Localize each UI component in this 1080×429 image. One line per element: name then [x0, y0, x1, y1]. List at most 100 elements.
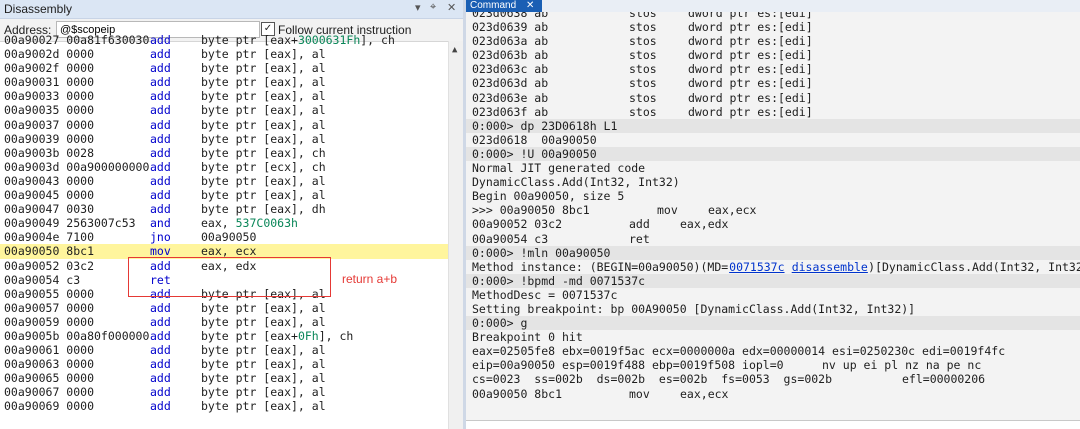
command-text: stos [629, 20, 657, 35]
instruction-operands: eax, 537C0063h [201, 216, 298, 230]
disassembly-row[interactable]: 00a90069 0000 add byte ptr [eax], al [0, 399, 448, 413]
operand-text: byte ptr [eax], al [201, 300, 326, 315]
scroll-up-icon[interactable]: ▲ [452, 45, 457, 55]
disassembly-row[interactable]: 00a90047 0030 add byte ptr [eax], dh [0, 202, 448, 216]
disassembly-title: Disassembly [4, 2, 73, 16]
disassembly-row[interactable]: 00a90065 0000 add byte ptr [eax], al [0, 371, 448, 385]
command-link[interactable]: 0071537c [729, 260, 784, 274]
instruction-operands: byte ptr [eax], ch [201, 146, 326, 160]
instruction-address: 00a90031 0000 [4, 75, 95, 90]
operand-text: byte ptr [eax], al [201, 103, 326, 118]
instruction-mnemonic: add [150, 103, 171, 118]
command-text: Normal JIT generated code [472, 161, 646, 176]
command-text [785, 260, 792, 274]
command-text: DynamicClass.Add(Int32, Int32) [472, 175, 680, 190]
command-text: MethodDesc = 0071537c [472, 287, 618, 302]
command-text: 0:000> g [472, 316, 528, 331]
disassembly-row[interactable]: 00a9003b 0028 add byte ptr [eax], ch [0, 146, 448, 160]
command-output-line: 00a90054 c3 ret [466, 232, 1080, 246]
disassembly-row[interactable]: 00a9005b 00a80f000000 add byte ptr [eax+0F… [0, 329, 448, 343]
operand-text: byte ptr [eax], al [201, 188, 326, 203]
disassembly-row[interactable]: 00a9002f 0000 add byte ptr [eax], al [0, 61, 448, 75]
pin-icon[interactable]: ⌖ [430, 1, 436, 14]
disassembly-row[interactable]: 00a90037 0000 add byte ptr [eax], al [0, 118, 448, 132]
disassembly-row[interactable]: 00a90059 0000 add byte ptr [eax], al [0, 315, 448, 329]
command-output-line: Normal JIT generated code [466, 161, 1080, 175]
instruction-address: 00a90052 03c2 [4, 258, 95, 273]
instruction-address: 00a90055 0000 [4, 286, 95, 301]
command-text: eax,edx [680, 217, 729, 232]
disassembly-row[interactable]: 00a9004e 7100 jno 00a90050 [0, 230, 448, 244]
instruction-mnemonic: add [150, 47, 171, 62]
instruction-operands: byte ptr [eax], al [201, 315, 326, 329]
disassembly-row[interactable]: 00a9002d 0000 add byte ptr [eax], al [0, 47, 448, 61]
disassembly-row[interactable]: 00a90061 0000 add byte ptr [eax], al [0, 343, 448, 357]
instruction-operands: byte ptr [eax], al [201, 89, 326, 103]
command-output-line: 023d0639 ab stos dword ptr es:[edi] [466, 20, 1080, 34]
command-text: >>> 00a90050 8bc1 [472, 203, 590, 218]
disassembly-row[interactable]: 00a90049 2563007c53 and eax, 537C0063h [0, 216, 448, 230]
tab-command[interactable]: Command ✕ [466, 0, 542, 12]
instruction-operands: byte ptr [eax+3000631Fh], ch [201, 33, 395, 47]
command-text: eax,ecx [680, 386, 729, 401]
command-text: 023d063c ab [472, 62, 549, 77]
instruction-address: 00a90061 0000 [4, 343, 95, 358]
disassembly-row[interactable]: 00a90033 0000 add byte ptr [eax], al [0, 89, 448, 103]
command-text: Setting breakpoint: bp 00A90050 [Dynamic… [472, 301, 916, 316]
instruction-operands: byte ptr [eax+0Fh], ch [201, 329, 353, 343]
disassembly-row[interactable]: 00a90063 0000 add byte ptr [eax], al [0, 357, 448, 371]
disassembly-title-bar: Disassembly ▾ ⌖ ✕ [0, 0, 463, 19]
instruction-operands: byte ptr [eax], al [201, 343, 326, 357]
command-text: dword ptr es:[edi] [688, 104, 813, 119]
command-text: Breakpoint 0 hit [472, 330, 583, 345]
disassembly-pane: Disassembly ▾ ⌖ ✕ Address: ✓ Follow curr… [0, 0, 463, 429]
operand-number: 0Fh [297, 328, 319, 343]
disassembly-row[interactable]: 00a9003d 00a900000000 add byte ptr [ecx], … [0, 160, 448, 174]
disassembly-row[interactable]: 00a90045 0000 add byte ptr [eax], al [0, 188, 448, 202]
command-text: dword ptr es:[edi] [688, 90, 813, 105]
command-text: Begin 00a90050, size 5 [472, 189, 625, 204]
instruction-operands: byte ptr [eax], al [201, 385, 326, 399]
disassembly-row[interactable]: 00a90027 00a81f630030 add byte ptr [eax+30… [0, 33, 448, 47]
command-output-line: Breakpoint 0 hit [466, 330, 1080, 344]
annotation-text: return a+b [342, 272, 398, 286]
command-output-line: MethodDesc = 0071537c [466, 288, 1080, 302]
command-text: efl=00000206 [902, 372, 986, 387]
instruction-mnemonic: add [150, 75, 171, 90]
disassembly-row[interactable]: 00a90043 0000 add byte ptr [eax], al [0, 174, 448, 188]
disassembly-scrollbar[interactable]: ▲ [448, 41, 463, 429]
command-link[interactable]: disassemble [792, 260, 868, 274]
instruction-operands: byte ptr [eax], al [201, 174, 326, 188]
command-input[interactable] [466, 420, 1080, 429]
command-output[interactable]: 023d0638 ab stos dword ptr es:[edi] 023d063… [466, 6, 1080, 401]
operand-text: byte ptr [eax], al [201, 131, 326, 146]
command-text: eax,ecx [708, 203, 757, 218]
command-text: ret [629, 231, 650, 246]
command-text: stos [629, 90, 657, 105]
command-text: eax=02505fe8 ebx=0019f5ac ecx=0000000a e… [472, 344, 1006, 359]
disassembly-row[interactable]: 00a90031 0000 add byte ptr [eax], al [0, 75, 448, 89]
close-icon[interactable]: ✕ [447, 1, 456, 14]
dropdown-icon[interactable]: ▾ [415, 1, 421, 14]
disassembly-listing[interactable]: 00a90027 00a81f630030 add byte ptr [eax+30… [0, 33, 448, 414]
instruction-address: 00a9003d 00a900000000 [4, 159, 150, 174]
command-output-line: Method instance: (BEGIN=00a90050)(MD= 007… [466, 260, 1080, 274]
instruction-mnemonic: add [150, 33, 171, 47]
disassembly-row[interactable]: 00a90039 0000 add byte ptr [eax], al [0, 132, 448, 146]
operand-rest: ], ch [360, 33, 395, 47]
command-text: dword ptr es:[edi] [688, 76, 813, 91]
operand-text: byte ptr [eax], al [201, 47, 326, 62]
instruction-address: 00a90054 c3 [4, 272, 81, 287]
command-text: 00a90054 c3 [472, 231, 549, 246]
close-icon[interactable]: ✕ [526, 0, 534, 12]
instruction-address: 00a90037 0000 [4, 117, 95, 132]
command-text: 023d063f ab [472, 104, 549, 119]
instruction-address: 00a90057 0000 [4, 300, 95, 315]
disassembly-row[interactable]: 00a90067 0000 add byte ptr [eax], al [0, 385, 448, 399]
disassembly-row[interactable]: 00a90035 0000 add byte ptr [eax], al [0, 103, 448, 117]
command-text: add [629, 217, 650, 232]
disassembly-row[interactable]: 00a90057 0000 add byte ptr [eax], al [0, 301, 448, 315]
command-output-line: 023d063d ab stos dword ptr es:[edi] [466, 76, 1080, 90]
instruction-operands: byte ptr [eax], al [201, 371, 326, 385]
command-text: 023d063d ab [472, 76, 549, 91]
